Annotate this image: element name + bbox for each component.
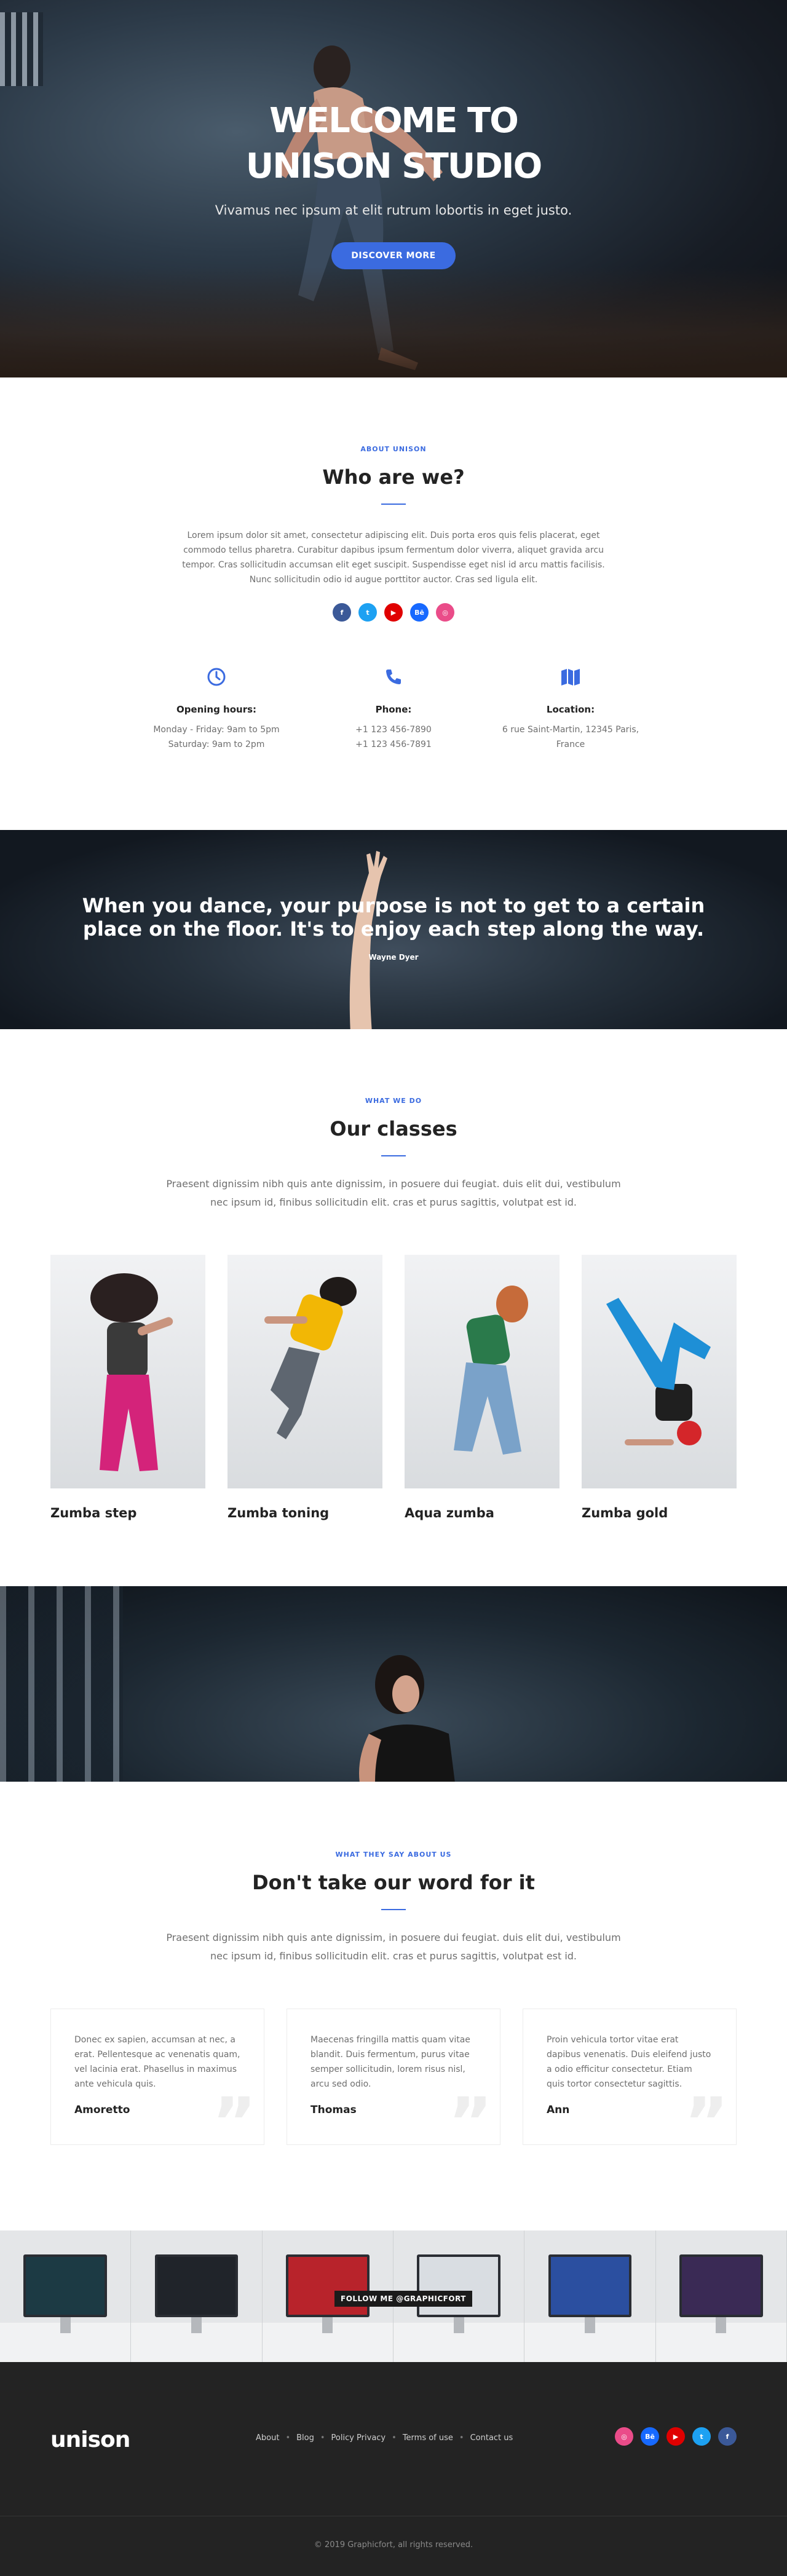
hero-subtitle: Vivamus nec ipsum at elit rutrum loborti… [215,203,572,218]
hero-section: WELCOME TO UNISON STUDIO Vivamus nec ipsu… [0,0,787,377]
classes-heading: Our classes [330,1117,457,1140]
facebook-icon[interactable]: f [718,2427,737,2446]
info-title: Phone: [375,704,412,715]
testimonials-heading: Don't take our word for it [252,1871,535,1894]
class-name: Zumba gold [582,1506,668,1520]
about-eyebrow: ABOUT UNISON [360,445,427,453]
info-title: Location: [546,704,595,715]
footer-link-privacy[interactable]: Policy Privacy [331,2433,386,2443]
youtube-icon[interactable]: ▶ [384,603,403,622]
twitter-icon[interactable]: t [358,603,377,622]
footer-link-contact[interactable]: Contact us [470,2433,513,2443]
class-card[interactable]: Zumba step [50,1255,205,1520]
testimonial-card: Donec ex sapien, accumsan at nec, a erat… [50,2009,264,2145]
info-lines: 6 rue Saint-Martin, 12345 Paris, France [502,725,639,749]
hero-title: WELCOME TO UNISON STUDIO [245,101,542,186]
quote-text: When you dance, your purpose is not to g… [82,894,705,941]
testimonials-lead: Praesent dignissim nibh quis ante dignis… [166,1932,621,1962]
footer-logo[interactable]: unison [50,2427,130,2452]
class-name: Zumba step [50,1506,137,1520]
testimonials-eyebrow: WHAT THEY SAY ABOUT US [335,1851,452,1859]
image-band [0,1586,787,1782]
class-card[interactable]: Zumba gold [582,1255,737,1520]
class-image [405,1255,560,1488]
map-icon [561,669,580,685]
info-opening-hours: Opening hours: Monday - Friday: 9am to 5… [128,665,305,752]
classes-lead: Praesent dignissim nibh quis ante dignis… [166,1178,621,1208]
contact-info: Opening hours: Monday - Friday: 9am to 5… [0,665,787,752]
testimonial-list: Donec ex sapien, accumsan at nec, a erat… [0,2009,787,2145]
classes-eyebrow: WHAT WE DO [365,1097,422,1105]
facebook-icon[interactable]: f [333,603,351,622]
class-image [582,1255,737,1488]
footer-social-links: ◎ Bē ▶ t f [615,2427,737,2446]
youtube-icon[interactable]: ▶ [666,2427,685,2446]
class-name: Aqua zumba [405,1506,494,1520]
testimonial-card: Proin vehicula tortor vitae erat dapibus… [523,2009,737,2145]
class-name: Zumba toning [227,1506,330,1520]
footer-link-about[interactable]: About [256,2433,279,2443]
dribbble-icon[interactable]: ◎ [436,603,454,622]
footer: unison About • Blog • Policy Privacy • Term… [0,2362,787,2576]
gallery-item[interactable] [524,2230,656,2362]
phone-icon [386,670,401,684]
follow-instagram-link[interactable]: FOLLOW ME @GRAPHICFORT [334,2291,472,2307]
class-image [227,1255,382,1488]
class-card[interactable]: Aqua zumba [405,1255,560,1520]
testimonials-separator [381,1909,406,1910]
quote-section: When you dance, your purpose is not to g… [0,830,787,1029]
about-separator [381,504,406,505]
quote-mark-icon: ” [212,2083,256,2145]
about-social-links: f t ▶ Bē ◎ [0,603,787,622]
testimonial-card: Maecenas fringilla mattis quam vitae bla… [287,2009,500,2145]
behance-icon[interactable]: Bē [641,2427,659,2446]
hero-floor [0,267,787,377]
dribbble-icon[interactable]: ◎ [615,2427,633,2446]
gallery-item[interactable] [131,2230,263,2362]
behance-icon[interactable]: Bē [410,603,429,622]
info-location: Location: 6 rue Saint-Martin, 12345 Pari… [482,665,659,752]
quote-author: Wayne Dyer [368,953,419,962]
classes-separator [381,1155,406,1156]
about-section: ABOUT UNISON Who are we? Lorem ipsum dol… [0,377,787,830]
info-lines: Monday - Friday: 9am to 5pm Saturday: 9am… [153,725,280,749]
footer-copyright: © 2019 Graphicfort, all rights reserved. [314,2540,473,2550]
quote-mark-icon: ” [684,2083,729,2145]
info-phone: Phone: +1 123 456-7890 +1 123 456-7891 [305,665,482,752]
footer-nav: About • Blog • Policy Privacy • Terms of us… [256,2433,513,2443]
info-title: Opening hours: [176,704,257,715]
testimonials-section: WHAT THEY SAY ABOUT US Don't take our wo… [0,1782,787,2230]
classes-list: Zumba step Zumba toning Aqua zumba Zumba… [0,1255,787,1520]
classes-section: WHAT WE DO Our classes Praesent dignissi… [0,1029,787,1586]
gallery-item[interactable] [655,2230,787,2362]
class-card[interactable]: Zumba toning [227,1255,382,1520]
twitter-icon[interactable]: t [692,2427,711,2446]
about-text: Lorem ipsum dolor sit amet, consectetur … [182,531,605,585]
band-window-light [0,1586,123,1782]
instagram-gallery: FOLLOW ME @GRAPHICFORT [0,2230,787,2362]
quote-mark-icon: ” [448,2083,492,2145]
clock-icon [207,668,226,686]
about-heading: Who are we? [322,465,465,489]
info-lines: +1 123 456-7890 +1 123 456-7891 [355,725,432,749]
footer-link-blog[interactable]: Blog [296,2433,314,2443]
discover-more-button[interactable]: DISCOVER MORE [331,242,456,269]
gallery-item[interactable] [0,2230,132,2362]
band-dancer-image [359,1655,455,1782]
class-image [50,1255,205,1488]
footer-link-terms[interactable]: Terms of use [403,2433,453,2443]
